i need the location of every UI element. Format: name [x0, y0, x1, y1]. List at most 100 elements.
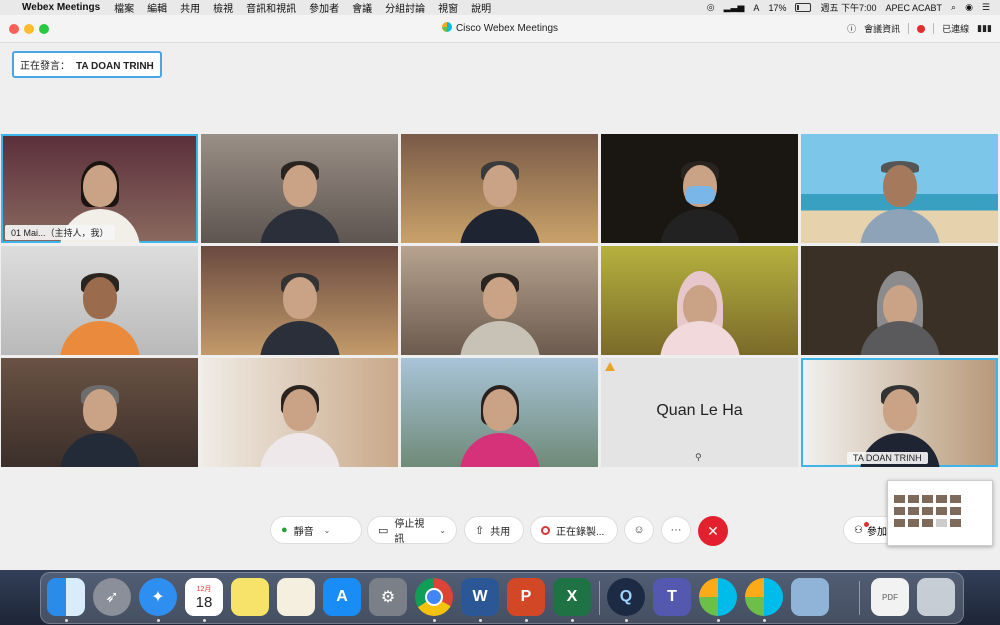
- pages-icon[interactable]: [277, 578, 315, 616]
- webex-icon[interactable]: [699, 578, 737, 616]
- calendar-month: 12月: [196, 585, 212, 593]
- divider: [933, 23, 935, 34]
- video-tile[interactable]: [401, 246, 598, 355]
- tile-name-label: 01 Mai...（主持人，我）: [5, 225, 115, 240]
- powerpoint-icon[interactable]: P: [507, 578, 545, 616]
- leave-meeting-button[interactable]: ✕: [698, 516, 728, 546]
- dock-separator: [859, 581, 860, 615]
- quicktime-icon[interactable]: Q: [607, 578, 645, 616]
- video-tile[interactable]: [201, 358, 398, 467]
- connection-status[interactable]: 已連線: [942, 22, 969, 35]
- participant-video: [855, 265, 945, 355]
- finder-icon[interactable]: [47, 578, 85, 616]
- recording-button[interactable]: 正在錄製...: [530, 516, 618, 544]
- menu-window[interactable]: 視窗: [438, 0, 458, 15]
- participant-video: [455, 265, 545, 355]
- menu-view[interactable]: 檢視: [213, 0, 233, 15]
- video-tile-no-video[interactable]: Quan Le Ha ⚲: [601, 358, 798, 467]
- menu-share[interactable]: 共用: [180, 0, 200, 15]
- menu-audio-video[interactable]: 音訊和視訊: [246, 0, 296, 15]
- participant-video: [655, 153, 745, 243]
- chevron-down-icon[interactable]: ⌄: [324, 526, 331, 535]
- share-button[interactable]: ⇧ 共用: [464, 516, 524, 544]
- menu-meeting[interactable]: 會議: [352, 0, 372, 15]
- video-camera-icon: ▭: [378, 524, 389, 537]
- teams-icon[interactable]: T: [653, 578, 691, 616]
- self-view-thumbnail[interactable]: [887, 480, 993, 546]
- share-icon: ⇧: [475, 524, 485, 537]
- video-tile[interactable]: [801, 134, 998, 243]
- search-icon[interactable]: ⌕: [951, 2, 956, 13]
- participant-video: [655, 265, 745, 355]
- video-tile[interactable]: [801, 246, 998, 355]
- recording-indicator-icon: [917, 24, 926, 33]
- video-tile[interactable]: [1, 358, 198, 467]
- webex-meetings-icon[interactable]: [745, 578, 783, 616]
- close-icon: ✕: [707, 523, 719, 539]
- person-icon: ⚇: [854, 524, 863, 536]
- launchpad-icon[interactable]: ➶: [93, 578, 131, 616]
- clock[interactable]: 週五 下午7:00: [820, 1, 876, 14]
- video-tile[interactable]: [201, 134, 398, 243]
- muted-mic-icon: ⚲: [695, 452, 702, 462]
- signal-bars-icon: ▮▮▮: [977, 23, 992, 33]
- share-label: 共用: [490, 526, 511, 538]
- warning-icon: [605, 362, 615, 371]
- menu-bar: Webex Meetings 檔案 編輯 共用 檢視 音訊和視訊 參加者 會議 …: [0, 0, 1000, 15]
- participants-label: 參加: [866, 526, 887, 538]
- participant-video: [255, 265, 345, 355]
- notes-icon[interactable]: [231, 578, 269, 616]
- menu-breakout[interactable]: 分組討論: [385, 0, 425, 15]
- siri-icon[interactable]: ◉: [965, 2, 973, 13]
- menu-app-name[interactable]: Webex Meetings: [22, 2, 100, 13]
- reactions-button[interactable]: ☺: [624, 516, 654, 544]
- chevron-down-icon[interactable]: ⌄: [439, 526, 446, 535]
- more-label: ···: [670, 524, 682, 536]
- participant-video: [55, 265, 145, 355]
- speaking-label: 正在發言：: [20, 61, 70, 72]
- meeting-info-link[interactable]: 會議資訊: [864, 22, 900, 35]
- video-tile[interactable]: [601, 134, 798, 243]
- pdf-document-icon[interactable]: PDF: [871, 578, 909, 616]
- user-name[interactable]: APEC ACABT: [885, 3, 942, 13]
- menu-file[interactable]: 檔案: [114, 0, 134, 15]
- mute-button[interactable]: ● 靜音 ⌄: [270, 516, 362, 544]
- more-options-button[interactable]: ···: [661, 516, 691, 544]
- video-tile[interactable]: [401, 134, 598, 243]
- signal-icon[interactable]: ▂▃▅: [724, 2, 745, 13]
- menu-help[interactable]: 說明: [471, 0, 491, 15]
- word-icon[interactable]: W: [461, 578, 499, 616]
- participant-video: [455, 377, 545, 467]
- video-tile[interactable]: [201, 246, 398, 355]
- app-store-icon[interactable]: A: [323, 578, 361, 616]
- webex-status-icon[interactable]: ◎: [707, 2, 715, 13]
- title-right-area: ⓘ 會議資訊 已連線 ▮▮▮: [847, 22, 992, 35]
- video-tile[interactable]: [601, 246, 798, 355]
- control-center-icon[interactable]: ☰: [982, 2, 990, 13]
- preview-icon[interactable]: [791, 578, 829, 616]
- meeting-controls: ● 靜音 ⌄ ▭ 停止視訊 ⌄ ⇧ 共用 正在錄製... ☺ ··· ✕ ⚇ 參…: [0, 516, 1000, 546]
- participant-video: [455, 153, 545, 243]
- video-tile[interactable]: [401, 358, 598, 467]
- chrome-icon[interactable]: [415, 578, 453, 616]
- input-source-icon[interactable]: A: [753, 3, 759, 13]
- calendar-icon[interactable]: 12月 18: [185, 578, 223, 616]
- smiley-icon: ☺: [633, 524, 645, 536]
- video-tile[interactable]: TA DOAN TRINH: [801, 358, 998, 467]
- video-tile[interactable]: [1, 246, 198, 355]
- info-icon[interactable]: ⓘ: [847, 22, 856, 35]
- record-icon: [541, 525, 550, 535]
- menu-participants[interactable]: 參加者: [309, 0, 339, 15]
- notification-dot: [864, 522, 869, 527]
- video-tile[interactable]: 01 Mai...（主持人，我）: [1, 134, 198, 243]
- stop-video-button[interactable]: ▭ 停止視訊 ⌄: [367, 516, 457, 545]
- trash-icon[interactable]: [917, 578, 955, 616]
- participant-name: Quan Le Ha: [656, 402, 743, 419]
- excel-icon[interactable]: X: [553, 578, 591, 616]
- battery-icon[interactable]: [795, 3, 812, 12]
- safari-icon[interactable]: ✦: [139, 578, 177, 616]
- menu-edit[interactable]: 編輯: [147, 0, 167, 15]
- active-speaker-banner: 正在發言： TA DOAN TRINH: [12, 51, 162, 78]
- participant-video: [55, 377, 145, 467]
- system-preferences-icon[interactable]: ⚙: [369, 578, 407, 616]
